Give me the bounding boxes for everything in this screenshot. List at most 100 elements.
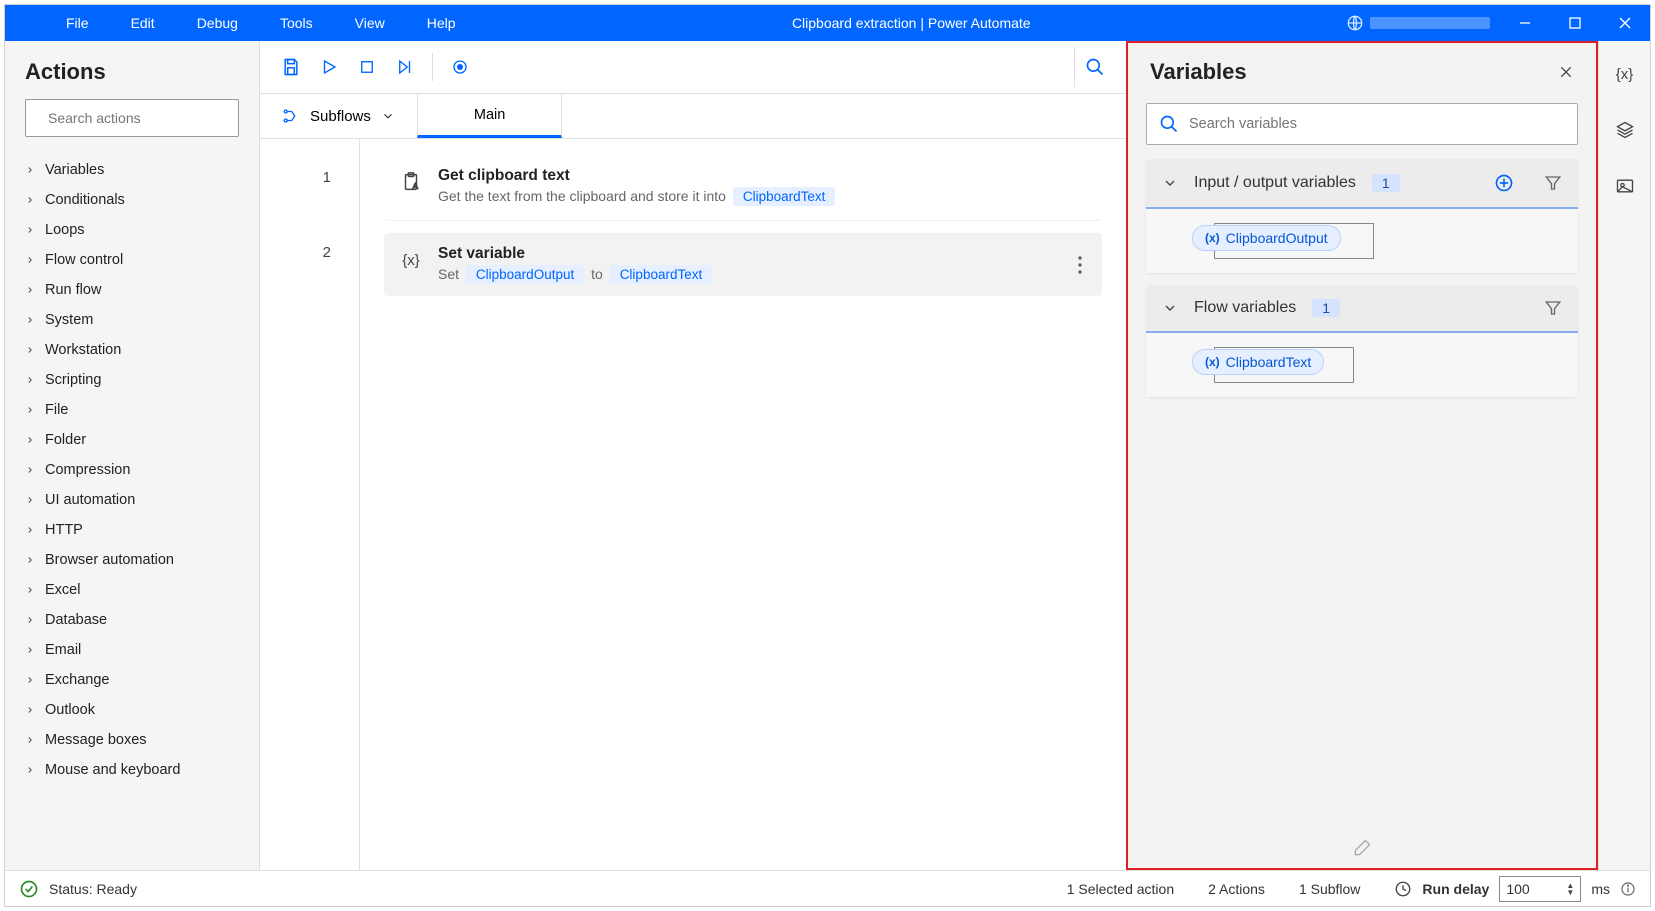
action-category-label: Conditionals bbox=[45, 192, 125, 208]
filter-button[interactable] bbox=[1544, 174, 1562, 192]
actions-search[interactable] bbox=[25, 99, 239, 137]
io-variables-count: 1 bbox=[1372, 174, 1400, 192]
action-category[interactable]: Variables bbox=[19, 155, 251, 185]
chevron-right-icon bbox=[25, 525, 35, 535]
stop-button[interactable] bbox=[348, 48, 386, 86]
environment-badge[interactable] bbox=[1346, 14, 1490, 32]
action-category-label: Variables bbox=[45, 162, 104, 178]
action-category[interactable]: Loops bbox=[19, 215, 251, 245]
action-category[interactable]: Excel bbox=[19, 575, 251, 605]
menu-file[interactable]: File bbox=[45, 7, 110, 39]
actions-count: 2 Actions bbox=[1208, 881, 1265, 897]
run-delay-input[interactable]: 100 ▲▼ bbox=[1499, 876, 1581, 902]
step-button[interactable] bbox=[386, 48, 424, 86]
run-button[interactable] bbox=[310, 48, 348, 86]
variable-chip[interactable]: (x) ClipboardText bbox=[1192, 349, 1324, 375]
search-icon bbox=[1159, 114, 1179, 134]
selected-count: 1 Selected action bbox=[1067, 881, 1174, 897]
action-category[interactable]: Message boxes bbox=[19, 725, 251, 755]
chevron-right-icon bbox=[25, 435, 35, 445]
tab-main[interactable]: Main bbox=[417, 94, 562, 138]
more-button[interactable] bbox=[1072, 250, 1088, 280]
stepper-icon[interactable]: ▲▼ bbox=[1566, 882, 1574, 896]
action-category-label: Outlook bbox=[45, 702, 95, 718]
subflow-icon bbox=[282, 107, 300, 125]
action-category[interactable]: HTTP bbox=[19, 515, 251, 545]
action-category[interactable]: System bbox=[19, 305, 251, 335]
step-title: Set variable bbox=[438, 245, 1058, 263]
menu-help[interactable]: Help bbox=[406, 7, 477, 39]
flow-step[interactable]: A Get clipboard text Get the text from t… bbox=[384, 155, 1102, 221]
menu-tools[interactable]: Tools bbox=[259, 7, 334, 39]
add-variable-button[interactable] bbox=[1494, 173, 1514, 193]
menu-view[interactable]: View bbox=[334, 7, 406, 39]
action-category[interactable]: Flow control bbox=[19, 245, 251, 275]
search-flow-button[interactable] bbox=[1074, 47, 1114, 87]
line-number-1: 1 bbox=[260, 155, 331, 230]
variables-search-input[interactable] bbox=[1189, 116, 1565, 132]
canvas-toolbar bbox=[260, 41, 1126, 94]
action-category[interactable]: Outlook bbox=[19, 695, 251, 725]
flow-step[interactable]: {x} Set variable Set ClipboardOutput to … bbox=[384, 233, 1102, 296]
title-bar: File Edit Debug Tools View Help Clipboar… bbox=[5, 5, 1650, 41]
maximize-button[interactable] bbox=[1550, 5, 1600, 41]
variables-header: Variables bbox=[1150, 59, 1247, 85]
action-category-label: UI automation bbox=[45, 492, 135, 508]
menu-debug[interactable]: Debug bbox=[176, 7, 259, 39]
action-category[interactable]: Folder bbox=[19, 425, 251, 455]
chevron-right-icon bbox=[25, 405, 35, 415]
run-delay-unit: ms bbox=[1591, 881, 1610, 897]
line-number-2: 2 bbox=[260, 230, 331, 305]
variables-rail-button[interactable]: {x} bbox=[1610, 59, 1640, 89]
eraser-button[interactable] bbox=[1352, 838, 1372, 858]
record-button[interactable] bbox=[441, 48, 479, 86]
tabs-row: Subflows Main bbox=[260, 94, 1126, 139]
ui-elements-rail-button[interactable] bbox=[1610, 115, 1640, 145]
subflows-button[interactable]: Subflows bbox=[260, 94, 417, 138]
save-button[interactable] bbox=[272, 48, 310, 86]
action-category[interactable]: Run flow bbox=[19, 275, 251, 305]
action-category[interactable]: Compression bbox=[19, 455, 251, 485]
info-icon[interactable] bbox=[1620, 881, 1636, 897]
step-desc: Get the text from the clipboard and stor… bbox=[438, 187, 1088, 206]
flow-variables-header[interactable]: Flow variables 1 bbox=[1146, 285, 1578, 333]
run-delay-label: Run delay bbox=[1422, 881, 1489, 897]
action-category[interactable]: Email bbox=[19, 635, 251, 665]
chevron-right-icon bbox=[25, 585, 35, 595]
action-category[interactable]: Browser automation bbox=[19, 545, 251, 575]
menu-edit[interactable]: Edit bbox=[110, 7, 176, 39]
action-category-label: Exchange bbox=[45, 672, 110, 688]
filter-button[interactable] bbox=[1544, 299, 1562, 317]
io-variables-header[interactable]: Input / output variables 1 bbox=[1146, 159, 1578, 209]
right-rail: {x} bbox=[1598, 41, 1650, 870]
action-category[interactable]: Scripting bbox=[19, 365, 251, 395]
action-category[interactable]: File bbox=[19, 395, 251, 425]
subflow-count: 1 Subflow bbox=[1299, 881, 1360, 897]
step-desc: Set ClipboardOutput to ClipboardText bbox=[438, 265, 1058, 284]
chevron-right-icon bbox=[25, 165, 35, 175]
clipboard-icon: A bbox=[398, 169, 424, 195]
action-category[interactable]: Mouse and keyboard bbox=[19, 755, 251, 785]
action-category[interactable]: Workstation bbox=[19, 335, 251, 365]
action-category-label: Email bbox=[45, 642, 81, 658]
images-rail-button[interactable] bbox=[1610, 171, 1640, 201]
action-category-label: HTTP bbox=[45, 522, 83, 538]
actions-search-input[interactable] bbox=[48, 110, 229, 126]
variables-search[interactable] bbox=[1146, 103, 1578, 145]
actions-list[interactable]: Variables Conditionals Loops Flow control Ru… bbox=[5, 149, 259, 870]
close-panel-button[interactable] bbox=[1558, 64, 1574, 80]
action-category-label: Workstation bbox=[45, 342, 121, 358]
action-category[interactable]: Conditionals bbox=[19, 185, 251, 215]
action-category-label: Mouse and keyboard bbox=[45, 762, 180, 778]
action-category[interactable]: UI automation bbox=[19, 485, 251, 515]
close-button[interactable] bbox=[1600, 5, 1650, 41]
variable-chip[interactable]: (x) ClipboardOutput bbox=[1192, 225, 1341, 251]
action-category-label: Flow control bbox=[45, 252, 123, 268]
variable-glyph-icon: (x) bbox=[1205, 355, 1220, 369]
action-category[interactable]: Database bbox=[19, 605, 251, 635]
variables-panel: Variables Input / output variables 1 bbox=[1126, 41, 1598, 870]
line-gutter: 1 2 bbox=[260, 139, 360, 870]
action-category[interactable]: Exchange bbox=[19, 665, 251, 695]
chevron-down-icon bbox=[381, 109, 395, 123]
minimize-button[interactable] bbox=[1500, 5, 1550, 41]
